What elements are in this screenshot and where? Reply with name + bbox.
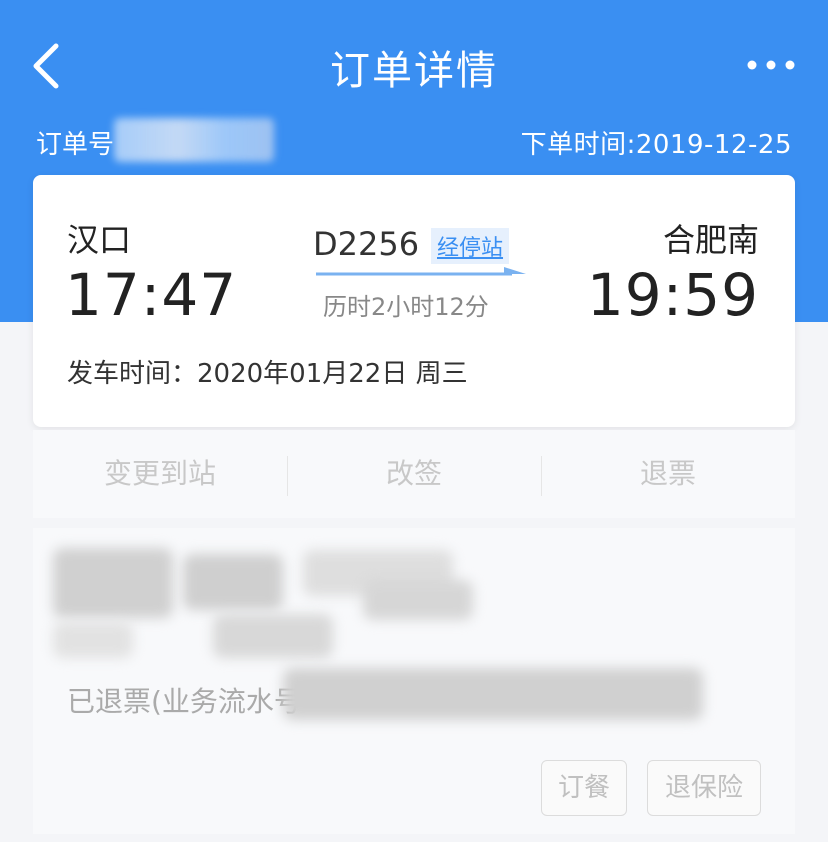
order-info-row: 订单号 下单时间:2019-12-25 (0, 118, 828, 162)
order-number-label: 订单号 (36, 130, 115, 160)
redacted-passenger-info (183, 554, 283, 610)
nav-bar: 订单详情 (0, 0, 828, 120)
trip-card: 汉口 17:47 D2256 经停站 历时2小时12分 合肥南 19:59 发车… (33, 175, 795, 427)
arrival-station: 合肥南 (662, 221, 759, 259)
redacted-serial-number (283, 668, 703, 720)
change-station-button[interactable]: 变更到站 (33, 452, 287, 492)
more-button[interactable] (744, 50, 798, 80)
passenger-detail: 已退票(业务流水号 订餐 退保险 (33, 528, 795, 834)
redacted-ticket-type (363, 580, 473, 620)
departure-date: 发车时间：2020年01月22日 周三 (67, 359, 468, 389)
arrival-time: 19:59 (586, 261, 759, 329)
meal-order-button[interactable]: 订餐 (541, 760, 627, 816)
more-horizontal-icon (747, 60, 795, 70)
redacted-passenger-name (53, 548, 173, 618)
redacted-price-info (213, 614, 333, 658)
stops-link[interactable]: 经停站 (431, 228, 510, 264)
order-time: 下单时间:2019-12-25 (520, 130, 792, 160)
train-number: D2256 (313, 225, 420, 263)
insurance-refund-button[interactable]: 退保险 (647, 760, 761, 816)
reschedule-button[interactable]: 改签 (287, 452, 541, 492)
departure-time: 17:47 (65, 261, 238, 329)
arrow-right-icon (316, 267, 526, 276)
action-bar: 变更到站 改签 退票 (33, 430, 795, 518)
page-title: 订单详情 (330, 48, 498, 94)
trip-duration: 历时2小时12分 (323, 293, 489, 321)
refund-status-label: 已退票(业务流水号 (67, 685, 302, 718)
refund-button[interactable]: 退票 (541, 452, 795, 492)
order-number-redacted (114, 118, 274, 162)
departure-station: 汉口 (67, 221, 132, 259)
redacted-id-info (53, 622, 133, 658)
